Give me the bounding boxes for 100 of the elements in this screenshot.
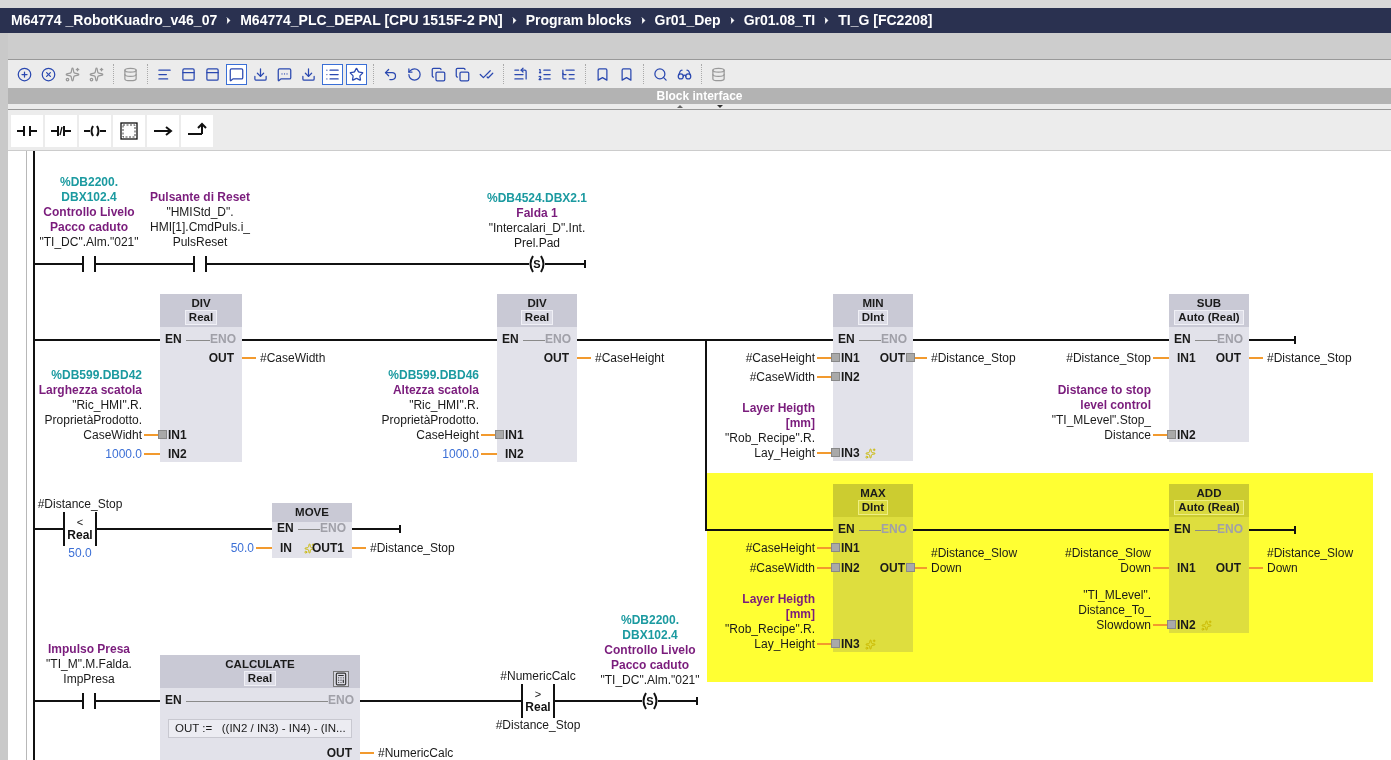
- block-name: SUB: [1196, 296, 1222, 310]
- comment-icon: [277, 66, 292, 82]
- operand-label: #CaseWidth: [749, 369, 815, 385]
- pin-wire: [1153, 357, 1169, 359]
- breadcrumb-item[interactable]: M64774 _RobotKuadro_v46_07: [11, 10, 218, 31]
- palette-button[interactable]: [45, 115, 77, 147]
- comment-label: Pulsante di Reset: [150, 189, 250, 205]
- rung-line: [663, 700, 697, 702]
- pin-label: OUT: [1215, 351, 1241, 366]
- pin-label: EN: [165, 693, 182, 708]
- palette-button[interactable]: [181, 115, 213, 147]
- add-input-icon[interactable]: [1201, 620, 1212, 631]
- pin-label: EN: [838, 332, 855, 347]
- add-input-icon[interactable]: [865, 448, 876, 459]
- en-eno-line: [186, 340, 210, 341]
- operand-label: "Intercalari_D".Int. Prel.Pad: [487, 220, 587, 251]
- palette-button[interactable]: [147, 115, 179, 147]
- operand-label: #Distance_Stop: [37, 496, 123, 512]
- operand-label: #Distance_Stop: [931, 350, 1016, 366]
- address-label: %DB599.DBD46: [387, 367, 479, 383]
- list-icon: [513, 66, 528, 82]
- block-name: MAX: [860, 486, 886, 500]
- download-icon: [253, 66, 268, 82]
- pin-label: IN2: [841, 561, 860, 576]
- breadcrumb-item[interactable]: TI_G [FC2208]: [838, 10, 933, 31]
- operand-label: "TI_DC".Alm."021": [39, 234, 139, 250]
- operand-label: #Distance_Stop: [370, 540, 455, 556]
- expression-field[interactable]: OUT := ((IN2 / IN3) - IN4) - (IN...: [168, 719, 352, 738]
- add-input-icon[interactable]: [865, 639, 876, 650]
- breadcrumb-item[interactable]: Program blocks: [525, 10, 632, 31]
- pin-label: IN: [280, 541, 292, 556]
- lines-icon: [157, 66, 172, 82]
- pin-label: EN: [1174, 332, 1191, 347]
- compare-contact[interactable]: > Real: [521, 684, 555, 718]
- toolbar-button[interactable]: [226, 63, 247, 85]
- pin-label: ENO: [210, 332, 236, 347]
- address-label: %DB4524.DBX2.1: [486, 190, 588, 206]
- pin-wire: [1249, 357, 1263, 359]
- contact-icon[interactable]: [190, 254, 210, 274]
- contact-icon[interactable]: [79, 691, 99, 711]
- toolbar-button[interactable]: [322, 63, 343, 85]
- pin-wire: [256, 547, 272, 549]
- comment-label: Controllo Livelo Pacco caduto: [42, 204, 136, 235]
- pin-wire: [481, 453, 497, 455]
- calculator-icon[interactable]: [333, 671, 349, 687]
- panel-title: Block interface: [656, 88, 743, 105]
- block-name: ADD: [1196, 486, 1222, 500]
- pin-label: EN: [838, 522, 855, 537]
- breadcrumb-item[interactable]: Gr01_Dep: [654, 10, 721, 31]
- pin-label: IN1: [1177, 561, 1196, 576]
- operand-label: "Rob_Recipe".R. Lay_Height: [725, 430, 815, 461]
- block-type: Real: [520, 310, 554, 325]
- address-label: %DB599.DBD42: [50, 367, 142, 383]
- toolbar-button[interactable]: [346, 63, 367, 85]
- bookmark-icon: [619, 66, 634, 82]
- palette-button[interactable]: [79, 115, 111, 147]
- operand-label: #CaseHeight: [595, 350, 665, 366]
- breadcrumb-item[interactable]: M64774_PLC_DEPAL [CPU 1515F-2 PN]: [240, 10, 503, 31]
- pin-label: ENO: [545, 332, 571, 347]
- comment-label: Distance to stop level control: [1056, 382, 1151, 413]
- pin-wire: [360, 752, 374, 754]
- block-name: CALCULATE: [225, 657, 295, 671]
- pin-label: ENO: [881, 522, 907, 537]
- constant-value: 1000.0: [442, 446, 479, 462]
- pin-label: IN1: [841, 351, 860, 366]
- comment-label: Larghezza scatola: [38, 382, 142, 398]
- constant-value: 50.0: [230, 540, 254, 556]
- set-coil[interactable]: S: [524, 254, 550, 274]
- set-coil[interactable]: S: [637, 691, 663, 711]
- rung-line: [99, 700, 160, 702]
- constant-value: 1000.0: [105, 446, 142, 462]
- palette-button[interactable]: [11, 115, 43, 147]
- pin-label: OUT: [208, 351, 234, 366]
- palette-button[interactable]: [113, 115, 145, 147]
- pin-wire: [577, 357, 591, 359]
- breadcrumb-item[interactable]: Gr01.08_TI: [743, 10, 816, 31]
- operand-label: #CaseHeight: [745, 350, 815, 366]
- block-type: Real: [184, 310, 218, 325]
- database-icon: [711, 66, 726, 82]
- sparkle-icon: [65, 66, 80, 82]
- pin-label: IN2: [1177, 428, 1196, 443]
- compare-contact[interactable]: < Real: [63, 512, 97, 546]
- en-eno-line: [1195, 530, 1217, 531]
- panel-icon: [205, 66, 220, 82]
- pin-label: OUT: [543, 351, 569, 366]
- rung-line: [352, 528, 400, 530]
- contact-icon[interactable]: [79, 254, 99, 274]
- copy-icon: [431, 66, 446, 82]
- pin-wire: [242, 357, 256, 359]
- pin-wire: [1153, 567, 1169, 569]
- pin-label: ENO: [1217, 332, 1243, 347]
- operand-label: #Distance_Slow Down: [1267, 545, 1354, 576]
- comment-label: Falda 1: [515, 205, 559, 221]
- address-label: %DB2200. DBX102.4: [59, 174, 119, 205]
- operand-label: "TI_MLevel". Distance_To_ Slowdown: [1078, 587, 1151, 633]
- pin-label: IN1: [168, 428, 187, 443]
- pin-label: IN3: [841, 637, 860, 652]
- pin-label: OUT: [1215, 561, 1241, 576]
- pin-label: ENO: [1217, 522, 1243, 537]
- block-type: Auto (Real): [1174, 310, 1244, 325]
